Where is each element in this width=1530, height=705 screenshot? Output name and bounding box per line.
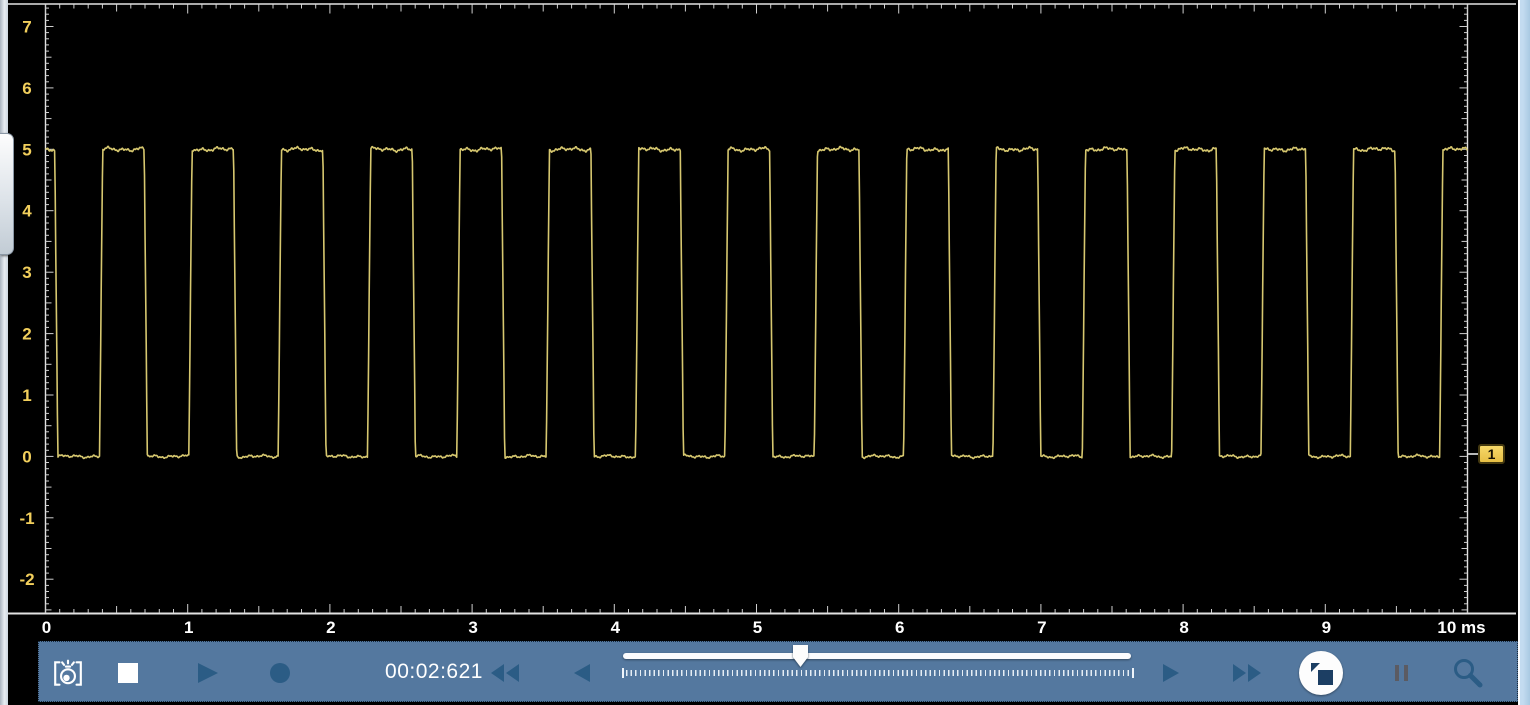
fast-forward-icon: [1231, 663, 1267, 683]
y-axis-ticks: [46, 8, 1468, 610]
panel-grip-handle[interactable]: [0, 133, 14, 255]
rewind-button[interactable]: [489, 663, 521, 683]
svg-text:7: 7: [22, 18, 31, 37]
record-button[interactable]: [270, 663, 290, 683]
step-back-icon: [570, 663, 592, 683]
rewind-icon: [489, 663, 521, 683]
axis-lines: [8, 4, 1516, 614]
channel-marker-connector: [1468, 453, 1478, 455]
stopwatch-brackets-icon: [51, 657, 85, 689]
x-axis-labels: 0 1 2 3 4 5 6 7 8 9 10 ms: [42, 618, 1486, 637]
svg-text:-2: -2: [19, 570, 34, 589]
svg-text:5: 5: [753, 618, 762, 637]
svg-text:7: 7: [1037, 618, 1046, 637]
scope-plot-area[interactable]: 7 6 5 4 3 2 1 0 -1 -2 0 1 2 3 4 5 6 7 8 9 10 ms: [0, 0, 1530, 645]
magnifier-icon: [1451, 656, 1485, 690]
position-slider-track[interactable]: [623, 653, 1131, 659]
svg-text:9: 9: [1322, 618, 1331, 637]
svg-text:6: 6: [895, 618, 904, 637]
play-button[interactable]: [196, 662, 220, 684]
svg-text:1: 1: [184, 618, 193, 637]
svg-text:3: 3: [22, 263, 31, 282]
time-display: 00:02:621: [379, 660, 489, 684]
svg-text:0: 0: [22, 447, 31, 466]
svg-text:10 ms: 10 ms: [1437, 618, 1485, 637]
svg-text:1: 1: [22, 386, 31, 405]
step-back-button[interactable]: [570, 663, 592, 683]
x-axis-ticks: [46, 5, 1468, 614]
svg-text:5: 5: [22, 140, 31, 159]
svg-text:4: 4: [22, 202, 32, 221]
fast-forward-button[interactable]: [1231, 663, 1267, 683]
step-forward-button[interactable]: [1161, 663, 1183, 683]
channel-1-trace[interactable]: [46, 146, 1468, 458]
svg-text:2: 2: [22, 325, 31, 344]
stop-button[interactable]: [118, 663, 138, 683]
position-slider-thumb[interactable]: [793, 645, 808, 667]
slider-thumb-shape: [793, 645, 808, 667]
channel-1-badge[interactable]: 1: [1478, 444, 1505, 464]
waveform-chart: 7 6 5 4 3 2 1 0 -1 -2 0 1 2 3 4 5 6 7 8 9 10 ms: [0, 0, 1530, 645]
pause-bar: [1404, 665, 1408, 681]
svg-text:3: 3: [468, 618, 477, 637]
oscilloscope-window: 7 6 5 4 3 2 1 0 -1 -2 0 1 2 3 4 5 6 7 8 9 10 ms 1: [0, 0, 1530, 705]
svg-text:4: 4: [611, 618, 621, 637]
svg-text:-1: -1: [19, 509, 34, 528]
play-icon: [196, 662, 220, 684]
svg-text:8: 8: [1179, 618, 1188, 637]
slider-tick-strip: [626, 669, 1130, 678]
zoom-button[interactable]: [1451, 656, 1485, 690]
y-axis-labels: 7 6 5 4 3 2 1 0 -1 -2: [19, 18, 34, 590]
svg-text:6: 6: [22, 79, 31, 98]
svg-text:2: 2: [326, 618, 335, 637]
scale-mode-button[interactable]: [1299, 651, 1343, 695]
scale-to-fit-icon: [1299, 651, 1343, 695]
step-forward-icon: [1161, 663, 1183, 683]
pause-bar: [1395, 665, 1399, 681]
pause-button[interactable]: [1395, 665, 1409, 681]
svg-text:0: 0: [42, 618, 51, 637]
right-scroll-strip[interactable]: [1518, 0, 1530, 705]
transport-toolbar: 00:02:621: [38, 641, 1518, 702]
timer-button[interactable]: [51, 657, 85, 689]
